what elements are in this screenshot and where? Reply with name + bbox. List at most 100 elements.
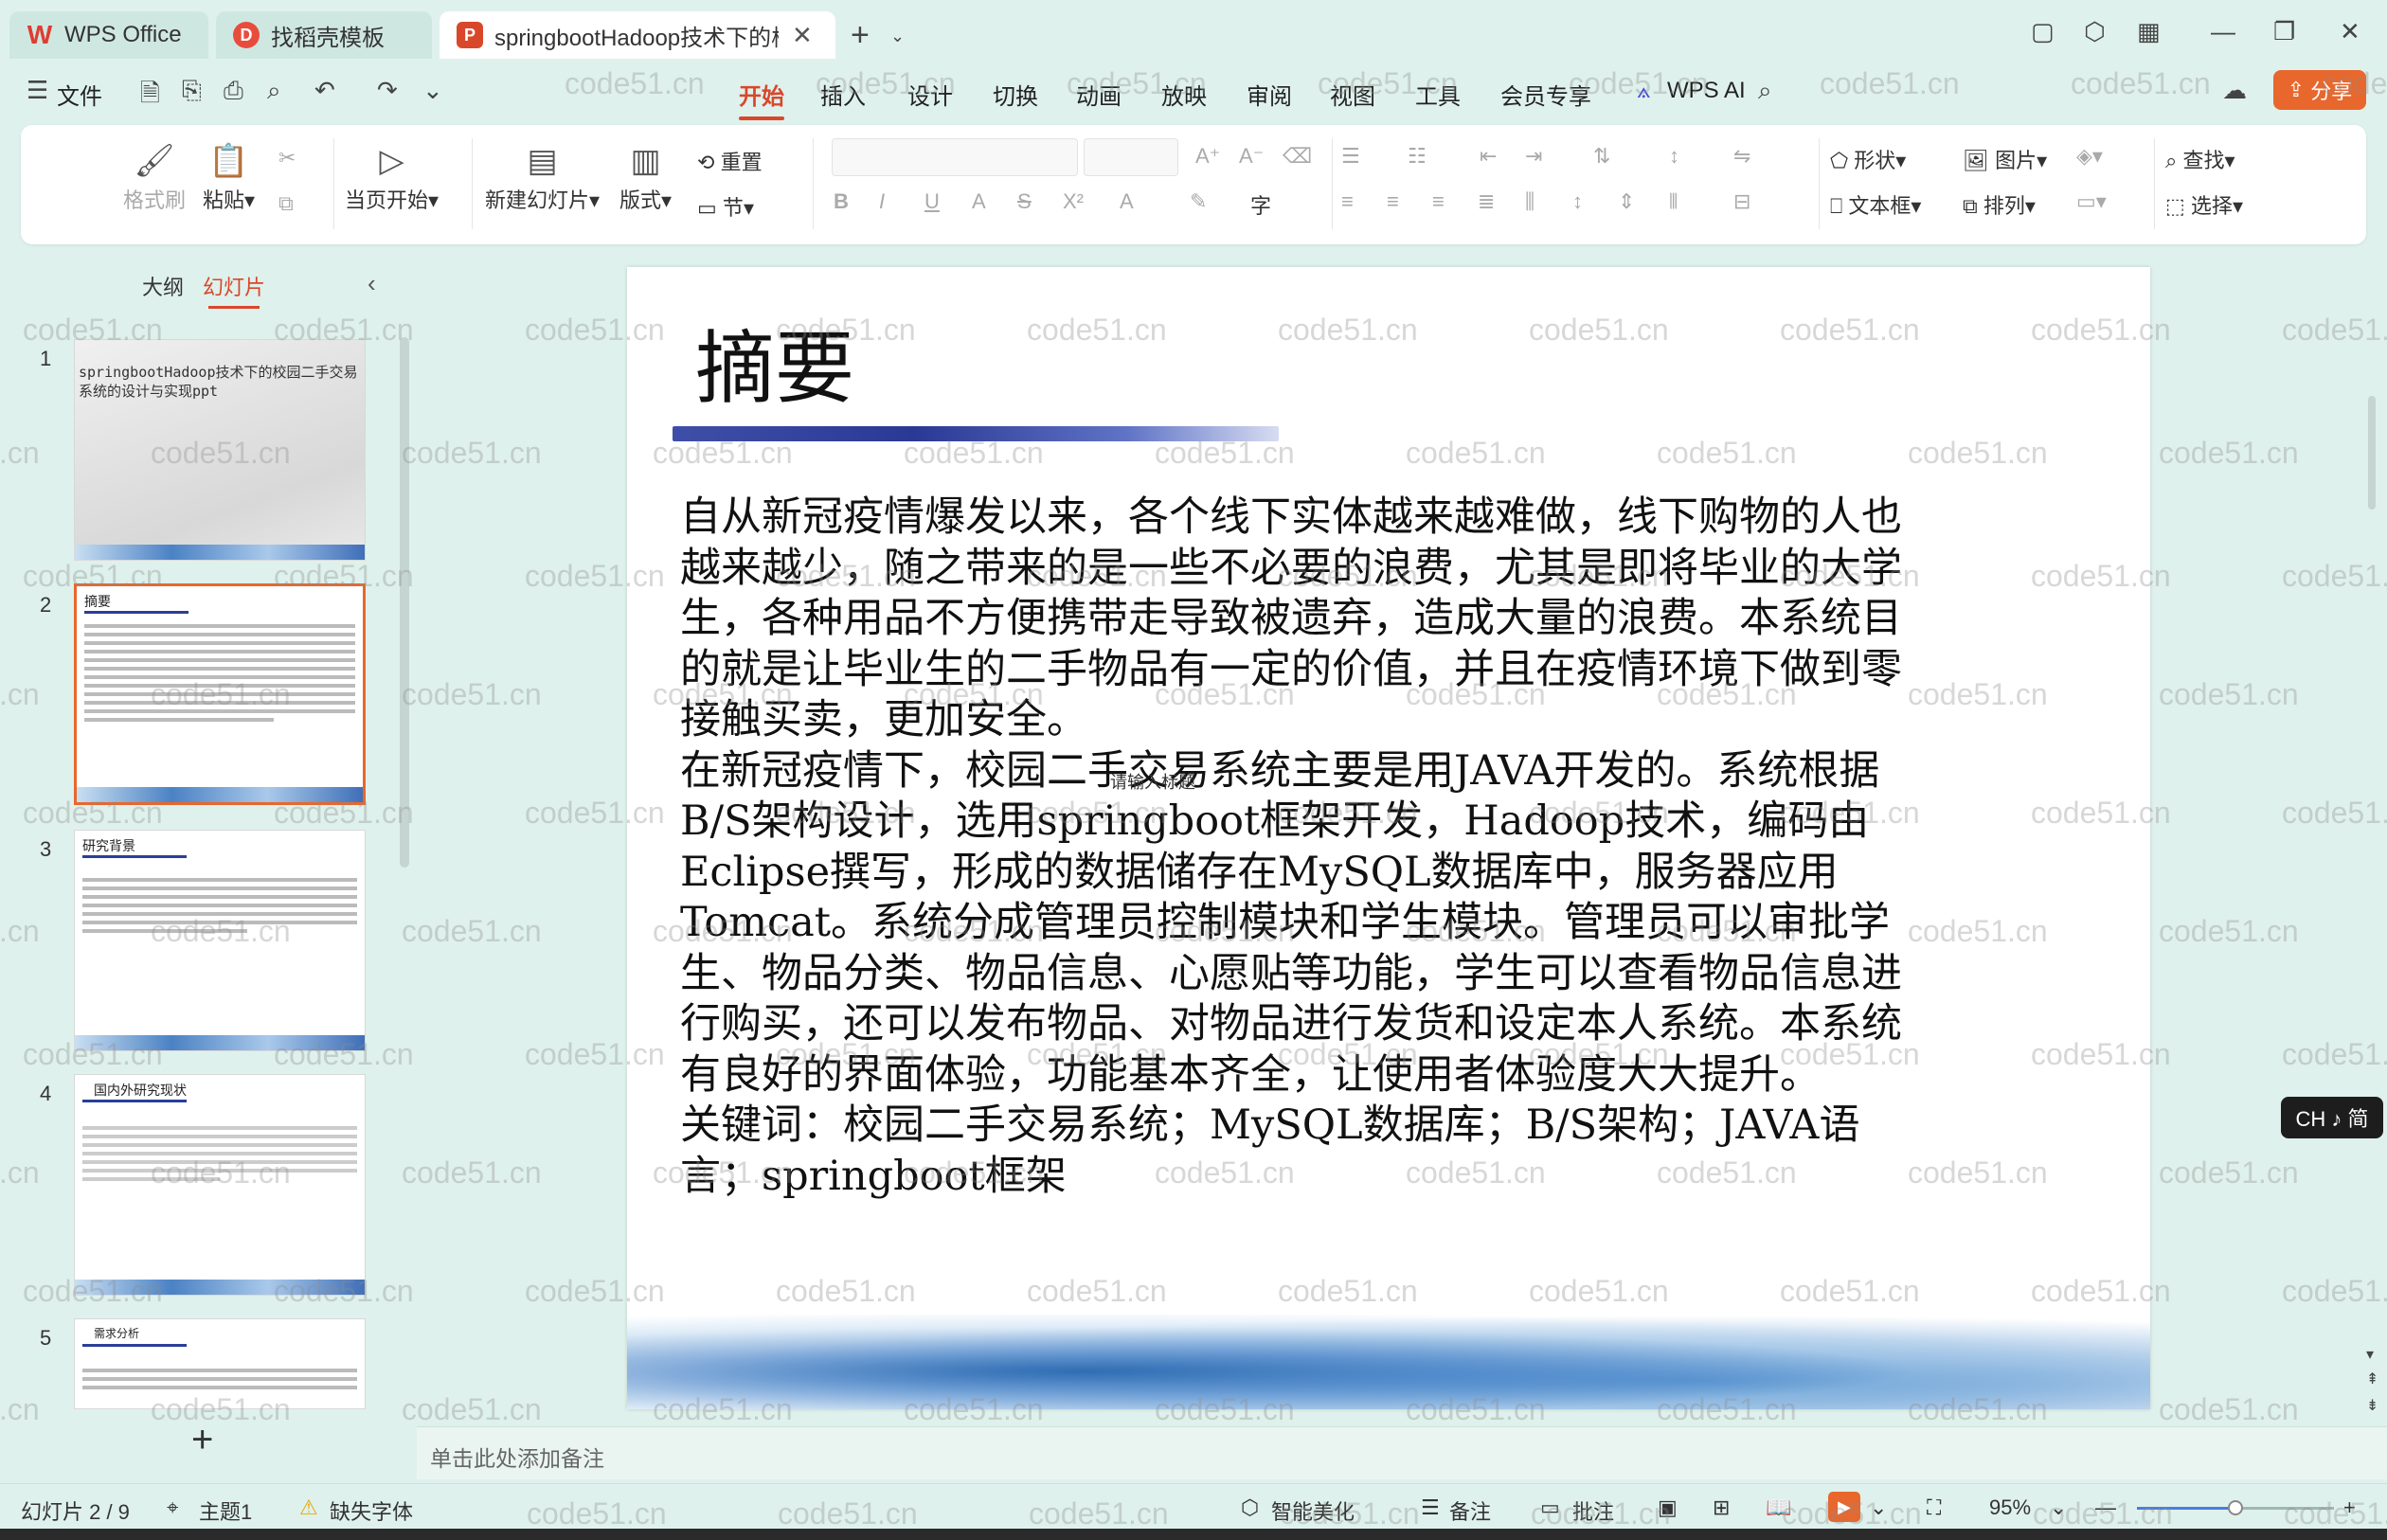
zoom-slider[interactable] <box>2137 1500 2334 1515</box>
distribute-icon[interactable]: ⫼ <box>1525 189 1534 214</box>
italic-icon[interactable]: I <box>879 189 885 214</box>
undo-icon[interactable]: ↶ <box>314 76 335 105</box>
superscript-icon[interactable]: X² <box>1063 189 1084 214</box>
menu-review[interactable]: 审阅 <box>1247 78 1292 111</box>
sort-icon[interactable]: ↕ <box>1669 144 1679 169</box>
print-icon[interactable]: ⎙ <box>224 76 243 106</box>
slide-title[interactable]: 摘要 <box>695 305 854 420</box>
notes-pane[interactable]: 单击此处添加备注 <box>417 1426 2387 1479</box>
menu-file[interactable]: 文件 <box>57 78 102 111</box>
strikethrough-icon[interactable]: S <box>1017 189 1032 214</box>
menu-design[interactable]: 设计 <box>907 78 953 111</box>
shadow-icon[interactable]: A <box>972 189 986 214</box>
prev-slide-icon[interactable]: ⇞ <box>2366 1370 2378 1388</box>
find-button[interactable]: ⌕ 查找▾ <box>2165 144 2235 174</box>
copy-icon[interactable]: ⧉ <box>278 191 294 216</box>
picture-button[interactable]: 🖼 图片▾ <box>1963 144 2047 174</box>
paste-button[interactable]: 📋 粘贴▾ <box>203 142 255 214</box>
text-align-icon[interactable]: ⊟ <box>1733 189 1750 214</box>
chevron-down-icon[interactable]: ⌄ <box>422 76 443 105</box>
section-button[interactable]: ▭ 节▾ <box>697 191 754 222</box>
slide-canvas[interactable]: 摘要 自从新冠疫情爆发以来，各个线下实体越来越难做，线下购物的人也越来越少，随之… <box>627 267 2150 1409</box>
slide-thumbnail-5[interactable]: 需求分析 <box>74 1318 366 1409</box>
text-direction-icon[interactable]: ⇅ <box>1593 144 1610 169</box>
align-right-icon[interactable]: ≡ <box>1432 189 1445 214</box>
export-icon[interactable]: ⎘ <box>182 76 202 106</box>
decrease-font-icon[interactable]: A⁻ <box>1239 144 1264 169</box>
line-spacing-icon[interactable]: ↕ <box>1572 189 1583 214</box>
menu-member[interactable]: 会员专享 <box>1500 78 1591 111</box>
tab-outline[interactable]: 大纲 <box>142 271 184 301</box>
collapse-panel-icon[interactable]: ‹ <box>368 269 376 298</box>
minimize-icon[interactable]: — <box>2211 17 2235 46</box>
tab-document[interactable]: P springbootHadoop技术下的校园二手交易系统的设计与实现ppt … <box>440 11 835 59</box>
cloud-icon[interactable]: ☁ <box>2222 76 2247 105</box>
scroll-down-icon[interactable]: ▾ <box>2366 1345 2374 1364</box>
align-center-icon[interactable]: ≡ <box>1387 189 1399 214</box>
menu-slideshow[interactable]: 放映 <box>1161 78 1207 111</box>
zoom-level[interactable]: 95% <box>1989 1495 2031 1520</box>
textbox-button[interactable]: ⎕ 文本框▾ <box>1830 189 1921 220</box>
menu-view[interactable]: 视图 <box>1330 78 1375 111</box>
font-name-select[interactable] <box>832 138 1078 176</box>
columns-icon[interactable]: ⫴ <box>1669 189 1678 214</box>
clear-format-icon[interactable]: ⌫ <box>1283 144 1312 169</box>
fill-icon[interactable]: ◈▾ <box>2076 144 2103 169</box>
decrease-indent-icon[interactable]: ⇤ <box>1480 144 1497 169</box>
theme-name[interactable]: 主题1 <box>199 1495 252 1526</box>
format-painter-button[interactable]: 🖌 格式刷 <box>123 142 186 214</box>
comments-button[interactable]: 批注 <box>1572 1495 1614 1526</box>
share-button[interactable]: ⇪ 分享 <box>2273 70 2366 110</box>
menu-transition[interactable]: 切换 <box>993 78 1038 111</box>
menu-insert[interactable]: 插入 <box>820 78 866 111</box>
missing-font-button[interactable]: 缺失字体 <box>330 1495 413 1526</box>
ime-indicator[interactable]: CH ♪ 简 <box>2281 1097 2383 1138</box>
chevron-down-icon[interactable]: ⌄ <box>1870 1495 1887 1520</box>
reading-view-icon[interactable]: 📖 <box>1766 1495 1791 1520</box>
zoom-out-icon[interactable]: — <box>2095 1495 2116 1520</box>
reset-button[interactable]: ⟲ 重置 <box>697 146 763 176</box>
select-button[interactable]: ⬚ 选择▾ <box>2165 189 2243 220</box>
zoom-slider-knob[interactable] <box>2228 1500 2243 1515</box>
search-icon[interactable]: ⌕ <box>1758 76 1772 106</box>
zoom-in-icon[interactable]: + <box>2343 1495 2356 1520</box>
font-size-select[interactable] <box>1084 138 1178 176</box>
slide-thumbnail-4[interactable]: 国内外研究现状 <box>74 1074 366 1296</box>
paragraph-spacing-icon[interactable]: ⇕ <box>1618 189 1635 214</box>
shape-button[interactable]: ⬠ 形状▾ <box>1830 144 1906 174</box>
menu-tools[interactable]: 工具 <box>1415 78 1461 111</box>
tab-slides[interactable]: 幻灯片 <box>203 271 265 309</box>
arrange-button[interactable]: ⧉ 排列▾ <box>1963 189 2036 220</box>
slide-body-textbox[interactable]: 自从新冠疫情爆发以来，各个线下实体越来越难做，线下购物的人也越来越少，随之带来的… <box>680 492 1911 1202</box>
convert-icon[interactable]: ⇋ <box>1733 144 1750 169</box>
fit-window-icon[interactable]: ⛶ <box>1927 1495 1941 1520</box>
outline-icon[interactable]: ▭▾ <box>2076 189 2107 214</box>
maximize-icon[interactable]: ❐ <box>2273 17 2295 46</box>
bullets-icon[interactable]: ☰ <box>1341 144 1360 169</box>
pinyin-icon[interactable]: 字 <box>1250 189 1271 220</box>
cut-icon[interactable]: ✂ <box>278 146 296 170</box>
underline-icon[interactable]: U <box>924 189 940 214</box>
slide-thumbnail-1[interactable]: springbootHadoop技术下的校园二手交易系统的设计与实现ppt <box>74 339 366 561</box>
font-color-icon[interactable]: A <box>1120 189 1134 214</box>
close-window-icon[interactable]: ✕ <box>2340 17 2360 46</box>
redo-icon[interactable]: ↷ <box>377 76 398 105</box>
smart-beautify-button[interactable]: 智能美化 <box>1271 1495 1355 1526</box>
menu-wps-ai[interactable]: WPS AI <box>1667 78 1746 104</box>
layout-button[interactable]: ▥ 版式▾ <box>619 142 672 214</box>
bold-icon[interactable]: B <box>834 189 849 214</box>
save-icon[interactable]: 🗎 <box>140 76 160 117</box>
panel-scrollbar[interactable] <box>400 337 409 868</box>
new-slide-button[interactable]: ▤ 新建幻灯片▾ <box>485 142 600 214</box>
increase-font-icon[interactable]: A⁺ <box>1195 144 1220 169</box>
justify-icon[interactable]: ≣ <box>1478 189 1495 214</box>
next-slide-icon[interactable]: ⇟ <box>2366 1396 2378 1415</box>
menu-animation[interactable]: 动画 <box>1076 78 1122 111</box>
print-preview-icon[interactable]: ⌕ <box>267 76 281 106</box>
slide-sorter-icon[interactable]: ⊞ <box>1713 1495 1730 1520</box>
numbering-icon[interactable]: ☷ <box>1408 144 1427 169</box>
highlight-icon[interactable]: ✎ <box>1190 189 1207 214</box>
notes-toggle-button[interactable]: 备注 <box>1449 1495 1491 1526</box>
add-slide-icon[interactable]: + <box>191 1419 213 1461</box>
canvas-scrollbar[interactable] <box>2368 396 2376 510</box>
